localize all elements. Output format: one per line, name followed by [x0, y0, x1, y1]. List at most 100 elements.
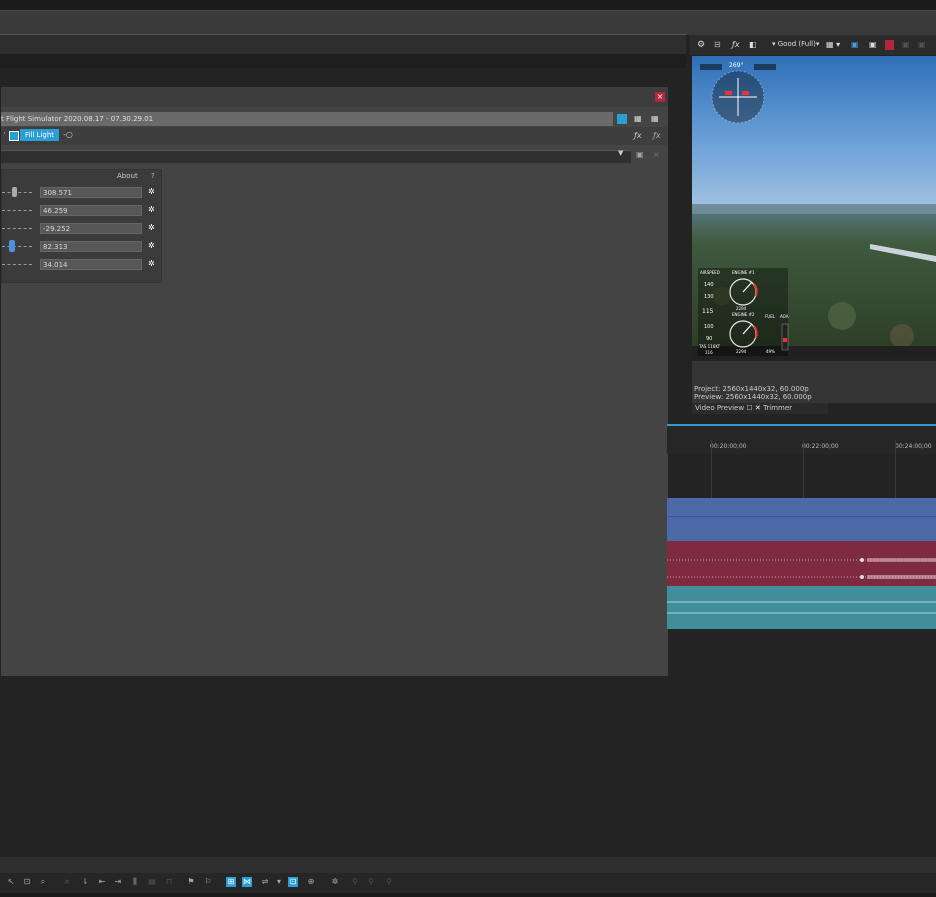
slider-track[interactable]	[2, 264, 32, 266]
list-view-icon[interactable]	[617, 114, 627, 124]
param-value-field[interactable]: 46.259	[40, 205, 142, 216]
hud-tas: TAS 116KT	[699, 344, 721, 349]
slider-track[interactable]	[2, 246, 32, 248]
fx-icon[interactable]: ƒx	[732, 40, 740, 49]
disabled-icon: ▣	[902, 40, 910, 49]
slider-thumb[interactable]	[9, 240, 15, 252]
keyframe-icon[interactable]: ✲	[148, 187, 156, 197]
param-value-field[interactable]: 34.014	[40, 259, 142, 270]
param-value-field[interactable]: 82.313	[40, 241, 142, 252]
slider-track[interactable]	[2, 210, 32, 212]
keyframe-icon[interactable]: ✲	[148, 241, 156, 251]
param-value-field[interactable]: -29.252	[40, 223, 142, 234]
hud-aoa-label: AOA	[780, 314, 789, 319]
video-event-fx-window: × t Flight Simulator 2020.08.17 - 07.30.…	[0, 86, 669, 677]
disabled-icon: ⚲	[352, 877, 358, 886]
param-value-field[interactable]: 308.571	[40, 187, 142, 198]
delete-icon: ×	[63, 877, 71, 886]
delete-preset-icon[interactable]: ×	[653, 150, 660, 159]
flight-scene-image	[692, 56, 936, 359]
param-row: 308.571 ✲	[2, 185, 161, 200]
status-bar	[0, 893, 936, 897]
hud-fuel-label: FUEL	[765, 314, 775, 319]
plugin-enable-checkbox[interactable]	[9, 131, 19, 141]
close-icon[interactable]: ✕	[755, 404, 763, 412]
project-line: Project: 2560x1440x32, 60.000p	[694, 385, 809, 393]
hud-rpm-2: 2294	[736, 349, 747, 354]
lock-icon: ▤	[148, 877, 156, 886]
ruler-tick-label: 00:24:00;00	[895, 443, 932, 450]
record-icon[interactable]	[885, 40, 894, 50]
normal-edit-tool-icon[interactable]: ↖	[6, 877, 16, 887]
param-row: -29.252 ✲	[2, 221, 161, 236]
gridline	[711, 440, 712, 498]
disabled-icon: ⚲	[368, 877, 374, 886]
audio-event-2[interactable]	[667, 586, 936, 629]
hud-rpm-1: 2294	[736, 306, 747, 311]
audio-waveform	[667, 601, 936, 614]
ripple-icon[interactable]: ⇌	[260, 877, 270, 887]
tab-trimmer[interactable]: Trimmer	[763, 404, 792, 412]
docking-tab-strip	[0, 34, 686, 55]
save-snapshot-icon[interactable]: ▣	[869, 40, 877, 49]
grid-view-icon[interactable]: ▦	[634, 114, 644, 124]
disabled-icon: ▣	[918, 40, 926, 49]
preset-dropdown[interactable]	[1, 150, 631, 163]
slider-thumb[interactable]	[12, 187, 17, 197]
slider-track[interactable]	[2, 228, 32, 230]
fx-window-titlebar[interactable]	[1, 87, 668, 107]
overlay-icon[interactable]: ◧	[749, 40, 757, 49]
video-event-divider	[667, 516, 936, 517]
trim-end-icon[interactable]: ⇥	[113, 877, 123, 887]
gear-icon[interactable]: ⚙	[697, 40, 705, 50]
split-icon[interactable]: ⫼	[130, 877, 140, 887]
detail-view-icon[interactable]: ▦	[651, 114, 661, 124]
project-info: Project: 2560x1440x32, 60.000p Preview: …	[694, 385, 812, 401]
chain-link-icon: ·	[3, 129, 6, 139]
zoom-tool-icon[interactable]: ⌕	[38, 877, 48, 887]
hud-speed-115: 115	[702, 308, 714, 315]
fx-remove-icon[interactable]: ƒx	[653, 131, 661, 140]
hud-engine1-label: ENGINE #1	[732, 270, 755, 275]
timeline-footer	[0, 857, 936, 873]
disabled-icon: ⚲	[386, 877, 392, 886]
fx-add-icon[interactable]: ƒx	[634, 131, 642, 140]
preview-quality-dropdown[interactable]: ▾ Good (Full)▾	[772, 40, 819, 48]
chevron-down-icon[interactable]: ▾	[274, 877, 284, 887]
keyframe-icon[interactable]: ✲	[148, 259, 156, 269]
tab-video-preview[interactable]: Video Preview	[695, 404, 744, 412]
region-icon[interactable]: ⚐	[203, 877, 213, 887]
chevron-down-icon[interactable]: ▼	[618, 149, 623, 157]
slider-track[interactable]	[2, 192, 32, 194]
copy-snapshot-icon[interactable]: ▣	[851, 40, 859, 49]
close-button[interactable]: ×	[655, 92, 665, 102]
ruler-tick-label: 00:20:00;00	[710, 443, 747, 450]
audio-event[interactable]	[667, 541, 936, 586]
keyframe-icon[interactable]: ✲	[148, 223, 156, 233]
gridline	[895, 440, 896, 498]
envelope-tool-icon[interactable]: ⊡	[22, 877, 32, 887]
video-preview-frame: 269° AIRSPEED ENGINE #1 ENGINE #2 FUEL A…	[692, 56, 936, 359]
marker-icon[interactable]: ⚑	[186, 877, 196, 887]
keyframe-icon[interactable]: ✲	[148, 205, 156, 215]
trim-start-icon[interactable]: ⇤	[97, 877, 107, 887]
ignore-grouping-icon[interactable]: ⊕	[306, 877, 316, 887]
grid-overlay-icon[interactable]: ▦ ▾	[826, 40, 840, 49]
title-bar	[0, 0, 936, 10]
gridline	[803, 440, 804, 498]
video-event[interactable]	[667, 498, 936, 541]
split-screen-icon[interactable]: ⊟	[714, 40, 721, 49]
hud-speed-90: 90	[706, 336, 713, 342]
float-icon[interactable]: ☐	[746, 404, 755, 412]
hud-fuel-pct: 49%	[766, 349, 775, 354]
auto-crossfade-icon[interactable]: ⋈	[242, 877, 252, 887]
lock-envelopes-icon[interactable]: ⊡	[288, 877, 298, 887]
snapping-icon[interactable]: ⊞	[226, 877, 236, 887]
about-link[interactable]: About	[117, 172, 138, 180]
hud-speed-140: 140	[704, 282, 714, 288]
help-icon[interactable]: ?	[151, 172, 155, 180]
trim-icon[interactable]: ⇂	[80, 877, 90, 887]
plugin-chip[interactable]: Fill Light	[20, 129, 60, 141]
save-preset-icon[interactable]: ▣	[636, 150, 644, 159]
keyframe-icon[interactable]: ✲	[330, 877, 340, 887]
